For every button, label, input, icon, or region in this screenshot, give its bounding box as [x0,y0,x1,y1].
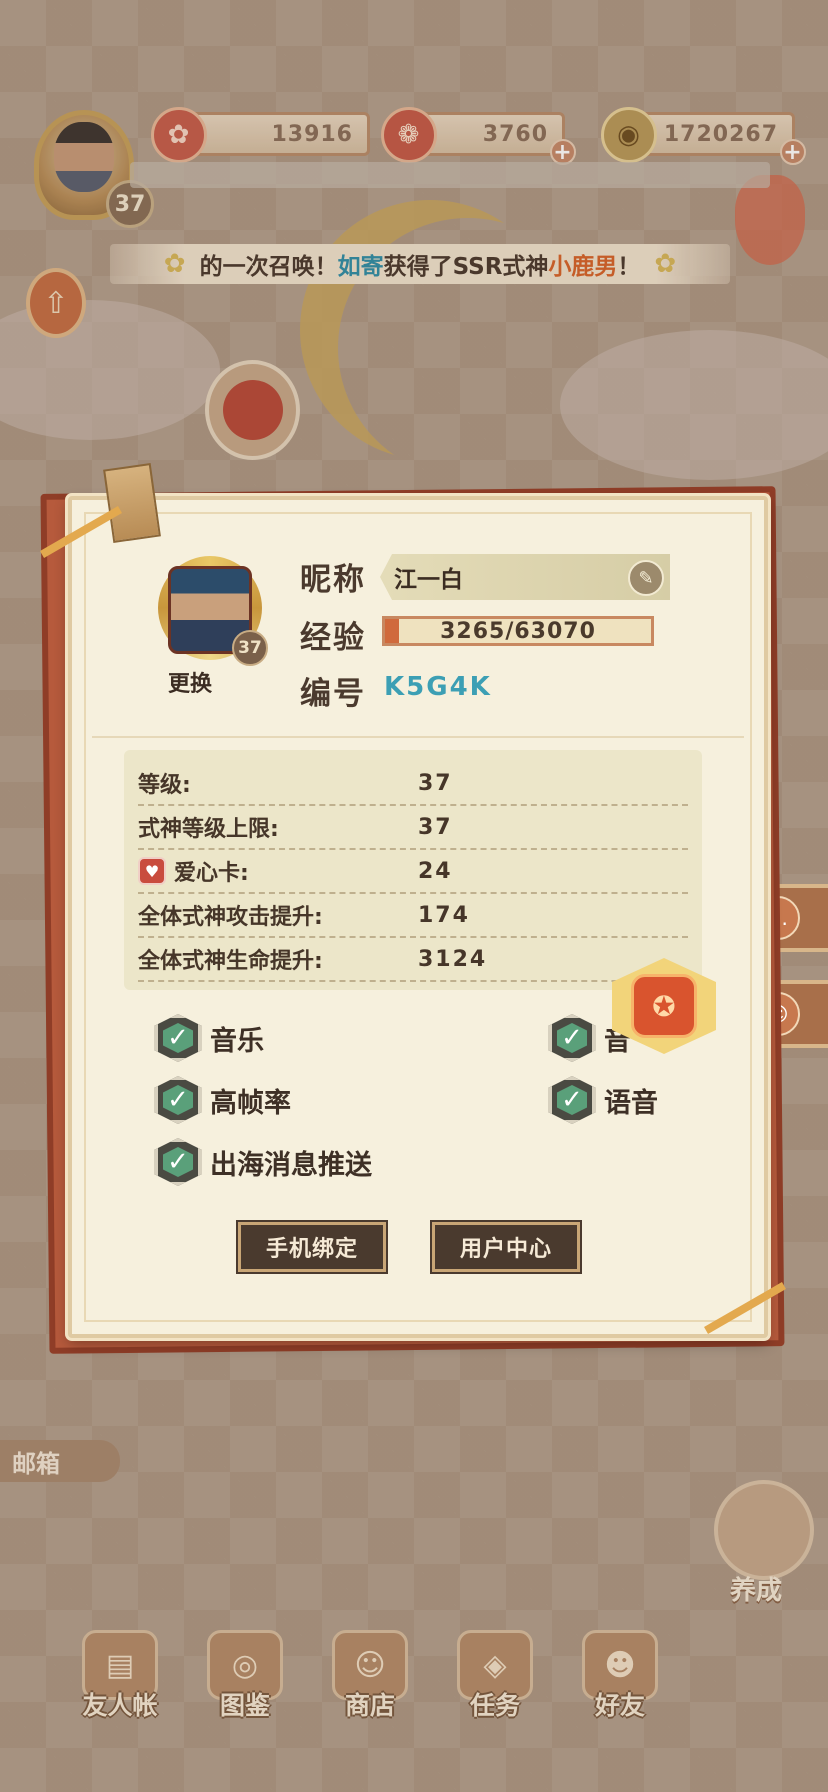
flower-icon: ✿ [654,249,677,279]
stat-value: 3124 [418,946,488,972]
exp-label: 经验 [300,620,366,656]
grow-button[interactable]: 养成 [700,1480,828,1670]
nickname-field: 江一白 [380,554,670,600]
exp-value: 3265/63070 [440,618,596,644]
check-icon: ✓ [154,1014,202,1062]
flower-icon: ✿ [163,249,186,279]
stat-label: 式神等级上限: [138,817,279,842]
player-id: K5G4K [384,672,492,702]
avatar-portrait [54,122,114,192]
voice-toggle[interactable]: ✓ 语音 [548,1076,658,1124]
stat-value: 37 [418,814,453,840]
nav-collection[interactable]: ◎ 图鉴 [195,1630,295,1730]
bottom-nav: ▤ 友人帐 ◎ 图鉴 ☺ 商店 ◈ 任务 ☻ 好友 [70,1630,670,1730]
nav-label: 友人帐 [82,1691,158,1720]
marquee-text-after: ！ [617,254,641,280]
nav-label: 图鉴 [219,1691,270,1720]
stat-value: 174 [418,902,470,928]
avatar-level-badge: 37 [232,630,268,666]
marquee-text-before: 的一次召唤！ [199,254,338,280]
jade-icon: ❁ [381,107,437,163]
marquee-text-middle: 获得了SSR式神 [383,254,549,280]
profile-panel: 37 更换 昵称 江一白 ✎ 经验 3265/63070 编号 K5G4K 等级… [68,496,768,1338]
option-label: 高帧率 [210,1087,291,1119]
jade-counter[interactable]: ❁ 3760 + [381,107,576,165]
check-icon: ✓ [154,1138,202,1186]
check-icon: ✓ [548,1076,596,1124]
nav-label: 好友 [594,1691,645,1720]
nav-friend-book[interactable]: ▤ 友人帐 [70,1630,170,1730]
oni-mask-icon[interactable] [205,360,300,460]
background-cloud [560,330,828,480]
exp-bar: 3265/63070 [382,616,654,646]
id-label: 编号 [300,676,366,712]
add-coin-icon[interactable]: + [780,139,806,165]
check-icon: ✓ [154,1076,202,1124]
jade-value: 3760 [482,121,548,147]
stat-value: 24 [418,858,453,884]
option-label: 语音 [604,1087,658,1119]
coin-counter[interactable]: ◉ 1720267 + [601,107,806,165]
heart-card-icon: ♥ [138,857,166,885]
crescent-moon [300,200,560,460]
stat-row-level: 等级: 37 [138,762,688,806]
music-toggle[interactable]: ✓ 音乐 [154,1014,264,1062]
hud-strip [130,162,770,188]
stat-row-heart-card: ♥ 爱心卡: 24 [138,850,688,894]
stat-label: 等级: [138,773,191,798]
nav-label: 任务 [469,1691,520,1720]
nav-tasks[interactable]: ◈ 任务 [445,1630,545,1730]
hud-player-avatar[interactable]: 37 [6,92,156,228]
marquee-player: 如寄 [337,254,384,280]
stat-row-hp: 全体式神生命提升: 3124 [138,938,688,982]
edit-nickname-icon[interactable]: ✎ [628,560,664,596]
coin-value: 1720267 [663,121,778,147]
mailbox-button[interactable]: 邮箱 [0,1440,120,1482]
stat-label: 全体式神攻击提升: [138,905,323,930]
nickname-label: 昵称 [300,562,366,598]
grow-icon [714,1480,814,1580]
profile-avatar[interactable]: 37 [150,552,270,682]
stat-row-attack: 全体式神攻击提升: 174 [138,894,688,938]
change-avatar-button[interactable]: 更换 [168,666,212,698]
stat-label: 全体式神生命提升: [138,949,323,974]
arrow-up-lantern-icon[interactable]: ⇧ [26,268,86,338]
gift-bag-icon: ✪ [631,974,697,1038]
stat-label-wrap: ♥ 爱心卡: [138,855,418,887]
push-toggle[interactable]: ✓ 出海消息推送 [154,1138,372,1186]
option-label: 音乐 [210,1025,264,1057]
nav-label: 商店 [344,1691,395,1720]
stats-table: 等级: 37 式神等级上限: 37 ♥ 爱心卡: 24 全体式神攻击提升: 17… [124,750,702,990]
fish-kite-icon [735,175,805,265]
nickname-value: 江一白 [394,567,463,593]
announcement-marquee: ✿ 的一次召唤！ 如寄 获得了SSR式神 小鹿男 ！ ✿ [110,244,730,284]
marquee-shikigami: 小鹿男 [548,254,618,280]
high-fps-toggle[interactable]: ✓ 高帧率 [154,1076,291,1124]
grow-label: 养成 [730,1576,783,1606]
stat-row-level-cap: 式神等级上限: 37 [138,806,688,850]
magatama-icon: ✿ [151,107,207,163]
phone-bind-button[interactable]: 手机绑定 [238,1222,386,1272]
stat-label: 爱心卡: [174,861,249,886]
divider [92,736,744,738]
exp-bar-fill [385,619,399,643]
magatama-counter[interactable]: ✿ 13916 [151,107,370,163]
user-center-button[interactable]: 用户中心 [432,1222,580,1272]
check-icon: ✓ [548,1014,596,1062]
magatama-value: 13916 [271,121,353,147]
option-label: 出海消息推送 [210,1149,372,1181]
coin-icon: ◉ [601,107,657,163]
nav-friends[interactable]: ☻ 好友 [570,1630,670,1730]
stat-value: 37 [418,770,453,796]
nav-shop[interactable]: ☺ 商店 [320,1630,420,1730]
wooden-tag [103,463,161,543]
